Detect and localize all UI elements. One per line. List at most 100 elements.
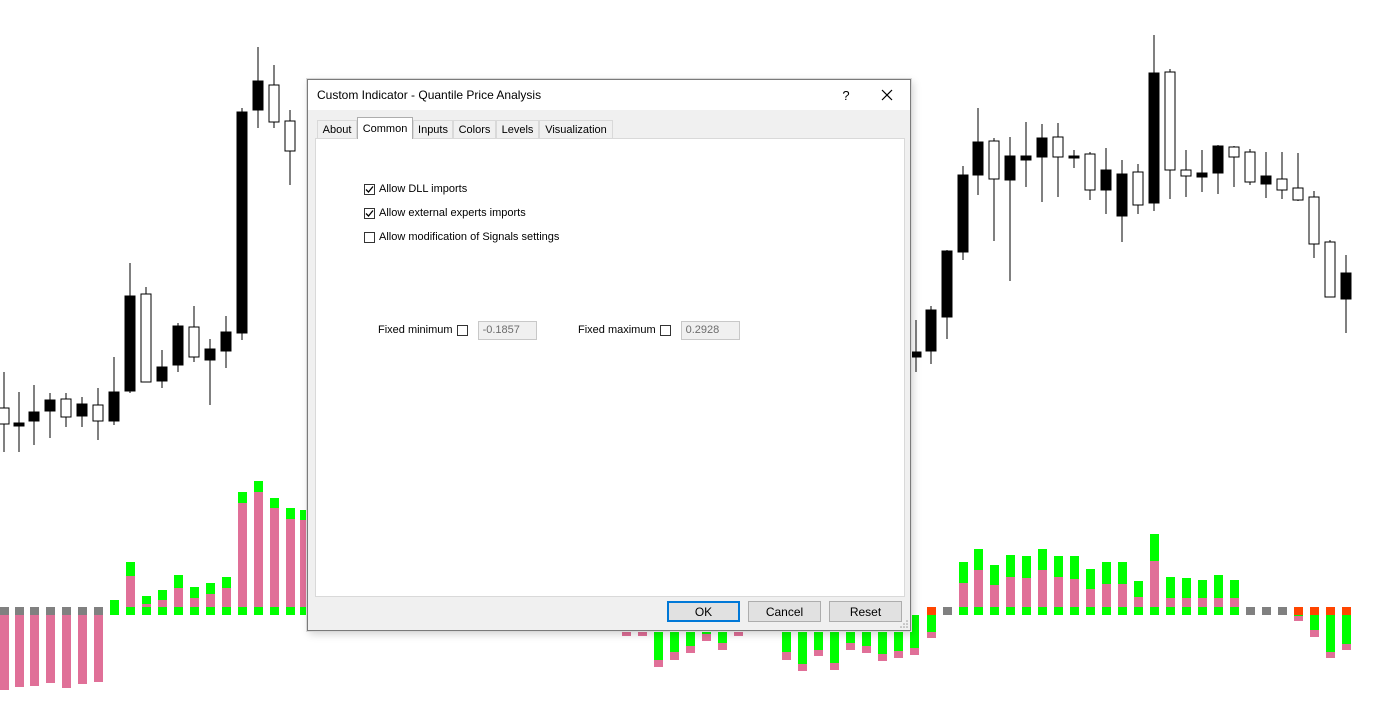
histogram-bar-up-inner — [1118, 584, 1127, 607]
candle-body — [1196, 172, 1208, 178]
candle-body — [252, 80, 264, 111]
candle-body — [1276, 178, 1288, 191]
reset-button[interactable]: Reset — [829, 601, 902, 622]
tab-visualization[interactable]: Visualization — [539, 120, 613, 138]
candle-body — [957, 174, 969, 253]
allow-external-experts-row[interactable]: Allow external experts imports — [364, 205, 526, 221]
close-icon — [881, 89, 893, 101]
histogram-baseline-gray — [94, 607, 103, 615]
fixed-maximum-input[interactable] — [680, 320, 740, 340]
checkmark-icon — [365, 209, 374, 217]
candle-body — [236, 111, 248, 334]
candle-body — [941, 250, 953, 318]
histogram-bar-up-inner — [222, 588, 231, 607]
histogram-bar-up-inner — [270, 508, 279, 607]
candle-body — [1004, 155, 1016, 181]
dialog-title: Custom Indicator - Quantile Price Analys… — [317, 88, 542, 102]
allow-external-experts-checkbox[interactable] — [364, 207, 375, 219]
histogram-baseline-gray — [1246, 607, 1255, 615]
candle-body — [124, 295, 136, 392]
histogram-baseline-red — [927, 607, 936, 615]
histogram-baseline-gray — [78, 607, 87, 615]
histogram-bar-down — [94, 615, 103, 682]
candle-body — [268, 84, 280, 123]
histogram-baseline-red — [1326, 607, 1335, 615]
histogram-bar-up-inner — [990, 585, 999, 607]
resize-grip-icon[interactable] — [900, 620, 908, 628]
histogram-bar-up-inner — [1102, 584, 1111, 607]
candle-body — [1020, 155, 1032, 161]
candle-body — [156, 366, 168, 382]
fixed-maximum-checkbox[interactable] — [659, 324, 671, 336]
histogram-bar-down-inner — [1294, 615, 1303, 616]
candle-body — [1068, 155, 1080, 159]
candle-body — [1292, 187, 1304, 201]
candle-body — [1260, 175, 1272, 185]
allow-dll-imports-label: Allow DLL imports — [379, 183, 468, 195]
candle-body — [220, 331, 232, 352]
candle-body — [1116, 173, 1128, 217]
checkmark-icon — [365, 185, 374, 193]
candle-body — [972, 141, 984, 176]
histogram-bar-down — [15, 615, 24, 687]
candle-body — [284, 120, 296, 152]
allow-signals-modification-label: Allow modification of Signals settings — [379, 231, 560, 243]
candle-body — [76, 403, 88, 417]
histogram-baseline-red — [1310, 607, 1319, 615]
histogram-bar-up-inner — [1230, 598, 1239, 607]
histogram-baseline-gray — [46, 607, 55, 615]
histogram-bar-up-inner — [158, 600, 167, 607]
histogram-bar-down — [46, 615, 55, 683]
histogram-bar-up — [1198, 580, 1207, 615]
histogram-bar-up-inner — [1070, 579, 1079, 607]
fixed-maximum-group: Fixed maximum — [578, 320, 740, 340]
allow-signals-modification-row[interactable]: Allow modification of Signals settings — [364, 229, 559, 245]
histogram-bar-up-inner — [1182, 598, 1191, 607]
fixed-minimum-checkbox[interactable] — [456, 324, 468, 336]
ok-button[interactable]: OK — [667, 601, 740, 622]
allow-dll-imports-checkbox[interactable] — [364, 183, 375, 195]
candle-body — [1100, 169, 1112, 191]
tab-colors[interactable]: Colors — [453, 120, 496, 138]
histogram-bar-down — [62, 615, 71, 688]
candle-body — [28, 411, 40, 422]
histogram-bar-up-inner — [126, 576, 135, 607]
close-button[interactable] — [870, 82, 904, 108]
histogram-bar-down-inner — [910, 615, 919, 648]
histogram-bar-up-inner — [206, 594, 215, 607]
candle-body — [108, 391, 120, 422]
tab-common[interactable]: Common — [357, 117, 413, 139]
candle-body — [1308, 196, 1320, 245]
allow-dll-imports-row[interactable]: Allow DLL imports — [364, 181, 467, 197]
histogram-bar-up-inner — [1150, 561, 1159, 607]
candle-body — [1052, 136, 1064, 158]
tab-levels[interactable]: Levels — [496, 120, 539, 138]
candle-body — [1084, 153, 1096, 191]
candle-body — [204, 348, 216, 361]
histogram-bar-down — [78, 615, 87, 684]
histogram-baseline-gray — [0, 607, 9, 615]
allow-signals-modification-checkbox[interactable] — [364, 231, 375, 243]
histogram-bar-up-inner — [1166, 598, 1175, 607]
fixed-minimum-input[interactable] — [477, 320, 537, 340]
candle-body — [925, 309, 937, 352]
histogram-bar-up — [1166, 577, 1175, 615]
candle-body — [60, 398, 72, 418]
cancel-button[interactable]: Cancel — [748, 601, 821, 622]
tab-inputs[interactable]: Inputs — [413, 120, 453, 138]
histogram-bar-up-inner — [959, 583, 968, 607]
dialog-titlebar[interactable]: Custom Indicator - Quantile Price Analys… — [308, 80, 910, 110]
histogram-bar-up-inner — [1134, 597, 1143, 607]
histogram-baseline-gray — [1262, 607, 1271, 615]
candle-body — [1340, 272, 1352, 300]
allow-external-experts-label: Allow external experts imports — [379, 207, 526, 219]
tab-about[interactable]: About — [317, 120, 357, 138]
candle-body — [140, 293, 152, 383]
custom-indicator-dialog: Custom Indicator - Quantile Price Analys… — [307, 79, 911, 631]
histogram-bar-up — [1214, 575, 1223, 615]
histogram-bar-up — [1182, 578, 1191, 615]
histogram-bar-down — [30, 615, 39, 686]
histogram-baseline-gray — [62, 607, 71, 615]
candle-body — [910, 351, 922, 358]
help-button[interactable]: ? — [829, 82, 863, 108]
